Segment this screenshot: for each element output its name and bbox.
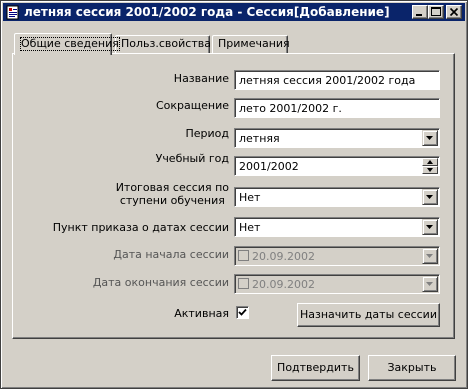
close-icon	[449, 7, 459, 17]
chevron-down-icon	[426, 254, 433, 258]
start-date-checkbox	[238, 250, 249, 261]
end-date-picker: 20.09.2002	[234, 274, 440, 294]
chevron-down-icon	[426, 225, 433, 229]
minimize-button[interactable]	[412, 5, 428, 19]
app-document-icon[interactable]	[5, 4, 21, 20]
tab-user-properties[interactable]: Польз.свойства	[115, 35, 211, 53]
order-item-label: Пункт приказа о датах сессии	[52, 221, 229, 234]
final-session-label-line2: ступени обучения	[119, 194, 225, 207]
window-title: летняя сессия 2001/2002 года - Сессия[До…	[24, 5, 390, 19]
close-button-label: Закрыть	[387, 361, 437, 374]
name-input[interactable]: летняя сессия 2001/2002 года	[234, 70, 440, 90]
period-dropdown-button[interactable]	[422, 130, 438, 146]
tab-notes[interactable]: Примечания	[212, 35, 290, 53]
end-date-checkbox	[238, 278, 249, 289]
title-bar[interactable]: летняя сессия 2001/2002 года - Сессия[До…	[3, 3, 465, 21]
period-value: летняя	[239, 132, 280, 145]
start-date-label: Дата начала сессии	[113, 248, 229, 261]
order-item-value: Нет	[239, 221, 261, 234]
dialog-window: летняя сессия 2001/2002 года - Сессия[До…	[0, 0, 468, 389]
close-window-button[interactable]	[446, 5, 462, 19]
academic-year-stepper[interactable]: 2001/2002	[234, 156, 440, 176]
final-session-value: Нет	[239, 191, 261, 204]
assign-dates-button-label: Назначить даты сессии	[300, 308, 437, 321]
assign-dates-button[interactable]: Назначить даты сессии	[297, 303, 440, 327]
final-session-dropdown-button[interactable]	[422, 189, 438, 205]
arrow-up-icon	[427, 160, 433, 164]
tab-notes-label: Примечания	[218, 37, 290, 50]
spin-up-button[interactable]	[422, 158, 438, 166]
chevron-down-icon	[426, 195, 433, 199]
name-label: Название	[173, 72, 229, 85]
chevron-down-icon	[426, 136, 433, 140]
final-session-select[interactable]: Нет	[234, 187, 440, 207]
end-date-label: Дата окончания сессии	[92, 276, 229, 289]
abbreviation-value: лето 2001/2002 г.	[239, 102, 342, 115]
start-date-picker: 20.09.2002	[234, 246, 440, 266]
order-item-dropdown-button[interactable]	[422, 219, 438, 235]
final-session-label: Итоговая сессия по ступени обучения	[116, 181, 229, 207]
abbreviation-input[interactable]: лето 2001/2002 г.	[234, 98, 440, 118]
active-label: Активная	[174, 307, 229, 320]
arrow-down-icon	[427, 168, 433, 172]
confirm-button[interactable]: Подтвердить	[271, 355, 360, 381]
maximize-button[interactable]	[428, 5, 444, 19]
active-checkbox[interactable]	[236, 306, 249, 319]
tab-general-info[interactable]: Общие сведения	[14, 33, 120, 55]
abbreviation-label: Сокращение	[155, 99, 229, 112]
final-session-label-line1: Итоговая сессия по	[115, 181, 229, 194]
tab-general-info-label: Общие сведения	[20, 37, 120, 51]
academic-year-value: 2001/2002	[239, 160, 299, 173]
period-select[interactable]: летняя	[234, 128, 440, 148]
name-value: летняя сессия 2001/2002 года	[239, 74, 416, 87]
confirm-button-label: Подтвердить	[277, 361, 354, 374]
minimize-icon	[416, 14, 422, 16]
period-label: Период	[185, 127, 229, 140]
checkmark-icon	[238, 308, 247, 316]
tab-user-properties-label: Польз.свойства	[121, 37, 211, 50]
spin-down-button[interactable]	[422, 166, 438, 174]
end-date-value: 20.09.2002	[252, 278, 315, 291]
start-date-value: 20.09.2002	[252, 250, 315, 263]
academic-year-spin	[422, 158, 438, 174]
end-date-dropdown-button	[422, 276, 438, 292]
chevron-down-icon	[426, 282, 433, 286]
close-button[interactable]: Закрыть	[368, 355, 456, 381]
order-item-select[interactable]: Нет	[234, 217, 440, 237]
maximize-icon	[431, 7, 441, 16]
start-date-dropdown-button	[422, 248, 438, 264]
academic-year-label: Учебный год	[155, 152, 229, 165]
